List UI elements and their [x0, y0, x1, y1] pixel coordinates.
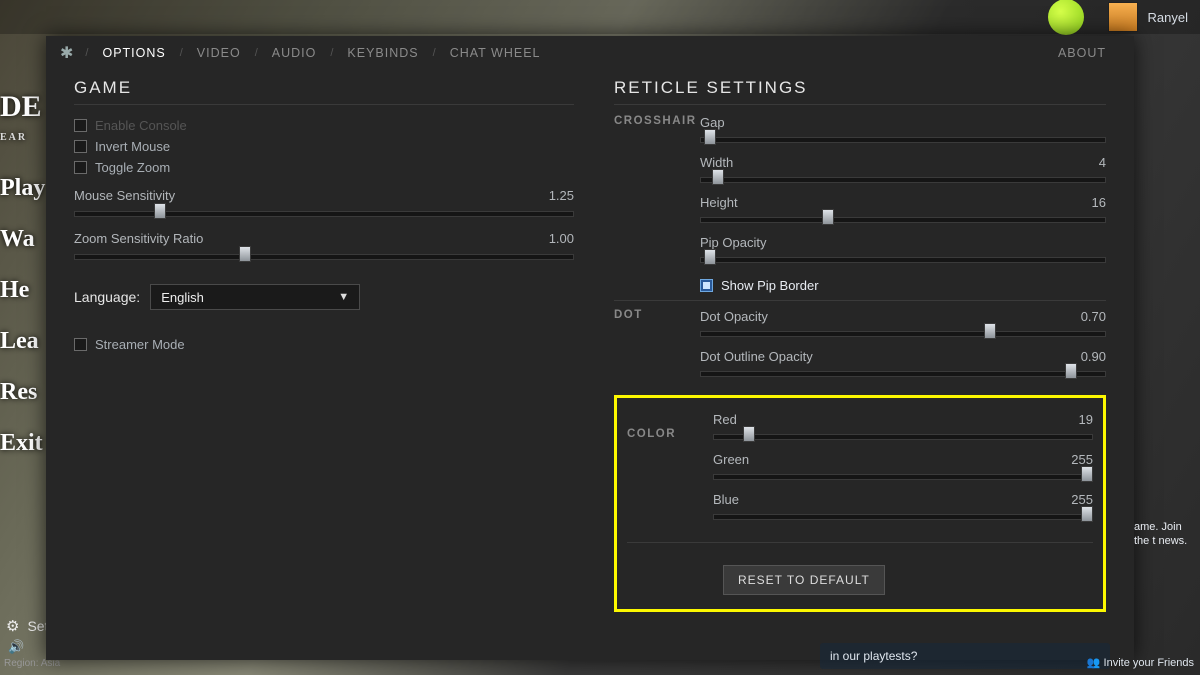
- slider-gap[interactable]: Gap: [700, 115, 1106, 147]
- slider-dot-opacity[interactable]: Dot Opacity0.70: [700, 309, 1106, 341]
- background-left-menu: DE EAR Play Wa He Lea Res Exit G: [0, 90, 48, 457]
- checkbox-icon[interactable]: [74, 161, 87, 174]
- tab-audio[interactable]: AUDIO: [268, 46, 321, 60]
- tab-about[interactable]: ABOUT: [1054, 46, 1110, 60]
- slider-red[interactable]: Red19: [713, 412, 1093, 444]
- speaker-icon: 🔊: [8, 639, 24, 655]
- section-title-reticle: RETICLE SETTINGS: [614, 78, 1106, 105]
- checkbox-icon[interactable]: [74, 338, 87, 351]
- checkbox-icon[interactable]: [700, 279, 713, 292]
- settings-tabs: ✱ / OPTIONS / VIDEO / AUDIO / KEYBINDS /…: [46, 36, 1134, 70]
- slider-height[interactable]: Height16: [700, 195, 1106, 227]
- checkbox-streamer-mode[interactable]: Streamer Mode: [74, 334, 574, 355]
- tab-video[interactable]: VIDEO: [193, 46, 245, 60]
- reticle-section: RETICLE SETTINGS CROSSHAIR Gap Width4 He…: [614, 78, 1106, 612]
- slider-green[interactable]: Green255: [713, 452, 1093, 484]
- invite-friends-label: 👥 Invite your Friends: [1087, 656, 1194, 669]
- subsection-dot: DOT: [614, 309, 700, 321]
- slider-blue[interactable]: Blue255: [713, 492, 1093, 524]
- gear-icon: ⚙: [6, 617, 19, 635]
- subsection-color: COLOR: [627, 428, 713, 440]
- reset-to-default-button[interactable]: RESET TO DEFAULT: [723, 565, 885, 595]
- checkbox-enable-console[interactable]: Enable Console: [74, 115, 574, 136]
- checkbox-show-pip-border[interactable]: Show Pip Border: [700, 275, 1106, 296]
- checkbox-invert-mouse[interactable]: Invert Mouse: [74, 136, 574, 157]
- settings-panel: ✱ / OPTIONS / VIDEO / AUDIO / KEYBINDS /…: [46, 36, 1134, 660]
- tab-keybinds[interactable]: KEYBINDS: [343, 46, 422, 60]
- top-bar: Ranyel: [0, 0, 1200, 34]
- status-indicator-icon[interactable]: [1048, 0, 1084, 35]
- tab-options[interactable]: OPTIONS: [98, 46, 169, 60]
- slider-mouse-sensitivity[interactable]: Mouse Sensitivity 1.25: [74, 188, 574, 221]
- playtests-banner: in our playtests?: [820, 643, 1110, 669]
- slider-width[interactable]: Width4: [700, 155, 1106, 187]
- section-title-game: GAME: [74, 78, 574, 105]
- gear-icon[interactable]: ✱: [60, 43, 73, 63]
- slider-dot-outline-opacity[interactable]: Dot Outline Opacity0.90: [700, 349, 1106, 381]
- checkbox-icon[interactable]: [74, 140, 87, 153]
- game-section: GAME Enable Console Invert Mouse Toggle …: [74, 78, 574, 612]
- subsection-crosshair: CROSSHAIR: [614, 115, 700, 127]
- username-label: Ranyel: [1148, 10, 1188, 25]
- language-dropdown[interactable]: English ▼: [150, 284, 360, 310]
- slider-pip-opacity[interactable]: Pip Opacity: [700, 235, 1106, 267]
- background-text: ame. Join the t news.: [1134, 520, 1200, 549]
- chevron-down-icon: ▼: [338, 291, 349, 303]
- language-label: Language:: [74, 289, 140, 305]
- avatar[interactable]: [1108, 2, 1138, 32]
- tab-chatwheel[interactable]: CHAT WHEEL: [446, 46, 545, 60]
- checkbox-toggle-zoom[interactable]: Toggle Zoom: [74, 157, 574, 178]
- checkbox-icon[interactable]: [74, 119, 87, 132]
- color-highlight-box: COLOR Red19 Green255 Blue255: [614, 395, 1106, 612]
- slider-zoom-sensitivity[interactable]: Zoom Sensitivity Ratio 1.00: [74, 231, 574, 264]
